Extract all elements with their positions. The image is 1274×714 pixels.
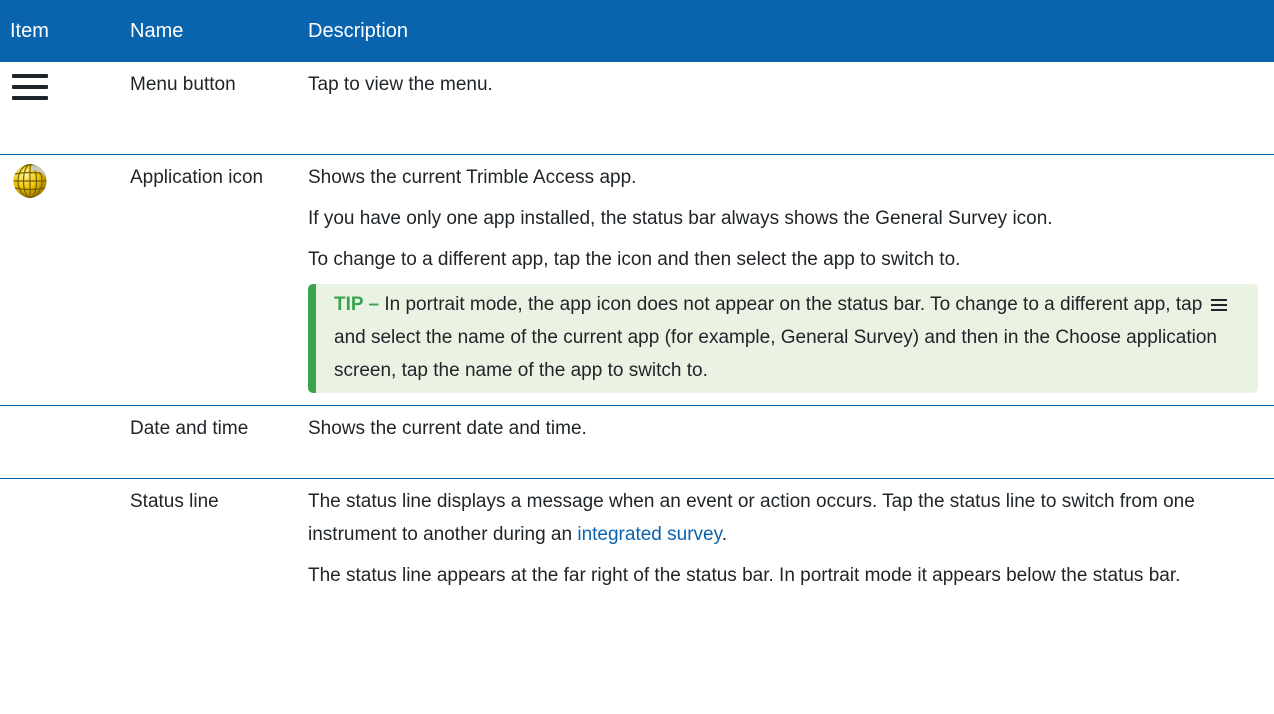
name-cell: Menu button <box>116 62 296 155</box>
description-cell: Shows the current Trimble Access app. If… <box>296 155 1274 406</box>
hamburger-menu-icon <box>1210 296 1227 314</box>
item-name: Application icon <box>130 167 264 188</box>
table-header-row: Item Name Description <box>0 0 1274 62</box>
tip-box: TIP – In portrait mode, the app icon doe… <box>308 284 1258 393</box>
item-name: Date and time <box>130 418 249 439</box>
table-row-application-icon: Application icon Shows the current Trimb… <box>0 155 1274 406</box>
table-row-menu-button: Menu button Tap to view the menu. <box>0 62 1274 155</box>
item-cell <box>0 406 116 479</box>
description-text: If you have only one app installed, the … <box>308 208 1053 229</box>
table-row-status-line: Status line The status line displays a m… <box>0 479 1274 593</box>
item-name: Menu button <box>130 74 236 95</box>
integrated-survey-link[interactable]: integrated survey <box>577 524 721 545</box>
description-cell: Tap to view the menu. <box>296 62 1274 155</box>
description-cell: The status line displays a message when … <box>296 479 1274 593</box>
description-text: Tap to view the menu. <box>308 74 493 95</box>
items-table: Item Name Description Menu button Tap to… <box>0 0 1274 592</box>
description-text-part: The status line displays a message when … <box>308 491 1195 545</box>
name-cell: Date and time <box>116 406 296 479</box>
tip-label: TIP – <box>334 294 380 315</box>
name-cell: Application icon <box>116 155 296 406</box>
description-text: To change to a different app, tap the ic… <box>308 249 961 270</box>
item-cell <box>0 62 116 155</box>
description-text: Shows the current date and time. <box>308 418 587 439</box>
hamburger-menu-icon <box>12 74 48 100</box>
tip-text: In portrait mode, the app icon does not … <box>379 294 1208 315</box>
tip-text: ) and then in the <box>912 327 1056 348</box>
header-item: Item <box>10 19 49 42</box>
description-text: Shows the current Trimble Access app. <box>308 167 637 188</box>
description-text: The status line displays a message when … <box>308 485 1258 551</box>
description-cell: Shows the current date and time. <box>296 406 1274 479</box>
header-description: Description <box>308 19 409 42</box>
item-cell <box>0 479 116 593</box>
tip-text: screen, tap the name of the app to switc… <box>334 360 708 381</box>
globe-application-icon <box>12 163 116 210</box>
item-name: Status line <box>130 491 219 512</box>
tip-bold-screen-name: Choose application <box>1055 327 1218 348</box>
tip-text: and select the name of the current app (… <box>334 327 781 348</box>
description-text: The status line appears at the far right… <box>308 565 1181 586</box>
description-text-part: . <box>721 524 727 545</box>
table-row-date-and-time: Date and time Shows the current date and… <box>0 406 1274 479</box>
name-cell: Status line <box>116 479 296 593</box>
tip-bold-app-name: General Survey <box>780 327 913 348</box>
item-cell <box>0 155 116 406</box>
header-name: Name <box>130 19 184 42</box>
